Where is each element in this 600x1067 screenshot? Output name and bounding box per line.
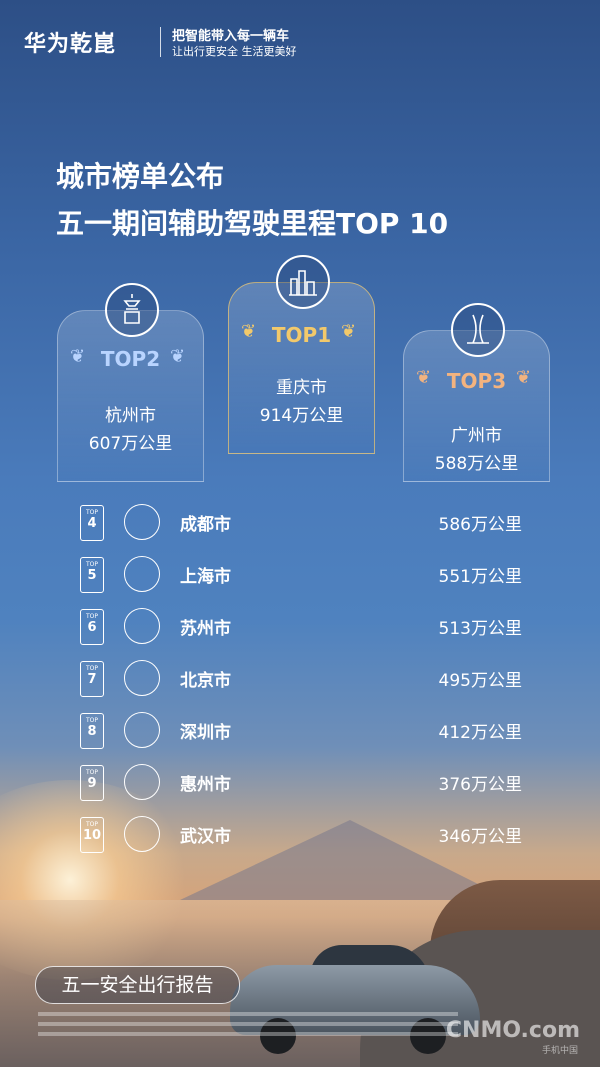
- rank-badge: TOP 4: [80, 505, 104, 541]
- skyline-icon: [276, 255, 330, 309]
- slogan-line1: 把智能带入每一辆车: [172, 29, 290, 44]
- distance-value: 586万公里: [438, 515, 522, 535]
- ranking-row: TOP 7 北京市 495万公里: [80, 658, 530, 698]
- page-title-line2: 五一期间辅助驾驶里程TOP 10: [56, 207, 449, 240]
- pagoda-icon: [124, 764, 160, 800]
- city-name: 武汉市: [180, 827, 231, 847]
- gate-icon: [124, 504, 160, 540]
- city-name: 深圳市: [180, 723, 231, 743]
- brand-divider: [160, 27, 161, 57]
- towers-icon: [124, 712, 160, 748]
- watermark: CNMO.com: [445, 1018, 580, 1043]
- distance-value: 588万公里: [434, 454, 519, 474]
- garden-icon: [124, 608, 160, 644]
- city-name: 广州市: [451, 426, 502, 446]
- poster: 华为乾崑 把智能带入每一辆车 让出行更安全 生活更美好 城市榜单公布 五一期间辅…: [0, 0, 600, 1067]
- rank-badge: TOP 10: [80, 817, 104, 853]
- city-name: 杭州市: [105, 406, 156, 426]
- rank-badge: TOP 6: [80, 609, 104, 645]
- podium-card-top2: ❦ TOP2 ❦ 杭州市 607万公里: [57, 283, 204, 482]
- ranking-row: TOP 6 苏州市 513万公里: [80, 606, 530, 646]
- rank-badge: TOP 7: [80, 661, 104, 697]
- pagoda-icon: [105, 283, 159, 337]
- laurel-right-icon: ❦: [516, 367, 532, 388]
- laurel-right-icon: ❦: [341, 321, 357, 342]
- safety-report-button[interactable]: 五一安全出行报告: [35, 966, 240, 1004]
- ranking-row: TOP 4 成都市 586万公里: [80, 502, 530, 542]
- ranking-row: TOP 10 武汉市 346万公里: [80, 814, 530, 854]
- city-name: 惠州市: [180, 775, 231, 795]
- podium-card-top3: ❦ TOP3 ❦ 广州市 588万公里: [403, 303, 550, 482]
- canton-tower-icon: [451, 303, 505, 357]
- distance-value: 495万公里: [438, 671, 522, 691]
- city-name: 成都市: [180, 515, 231, 535]
- distance-value: 412万公里: [438, 723, 522, 743]
- watermark-sub: 手机中国: [541, 1046, 578, 1056]
- ranking-row: TOP 9 惠州市 376万公里: [80, 762, 530, 802]
- distance-value: 607万公里: [88, 434, 173, 454]
- brand-logo: 华为乾崑: [24, 32, 117, 57]
- slogan-line2: 让出行更安全 生活更美好: [172, 45, 297, 58]
- city-name: 上海市: [180, 567, 231, 587]
- distance-value: 513万公里: [438, 619, 522, 639]
- rank-badge: TOP 9: [80, 765, 104, 801]
- ranking-row: TOP 5 上海市 551万公里: [80, 554, 530, 594]
- fine-print-disclaimer: [38, 1012, 458, 1052]
- city-name: 重庆市: [276, 378, 327, 398]
- city-name: 北京市: [180, 671, 231, 691]
- rank-badge: TOP 8: [80, 713, 104, 749]
- podium-card-top1: ❦ TOP1 ❦ 重庆市 914万公里: [228, 255, 375, 454]
- distance-value: 551万公里: [438, 567, 522, 587]
- page-title-line1: 城市榜单公布: [56, 160, 225, 193]
- rank-badge: TOP 5: [80, 557, 104, 593]
- city-name: 苏州市: [180, 619, 231, 639]
- distance-value: 914万公里: [259, 406, 344, 426]
- temple-of-heaven-icon: [124, 660, 160, 696]
- ranking-row: TOP 8 深圳市 412万公里: [80, 710, 530, 750]
- distance-value: 346万公里: [438, 827, 522, 847]
- laurel-right-icon: ❦: [170, 346, 186, 367]
- distance-value: 376万公里: [438, 775, 522, 795]
- pearl-tower-icon: [124, 556, 160, 592]
- yellow-crane-tower-icon: [124, 816, 160, 852]
